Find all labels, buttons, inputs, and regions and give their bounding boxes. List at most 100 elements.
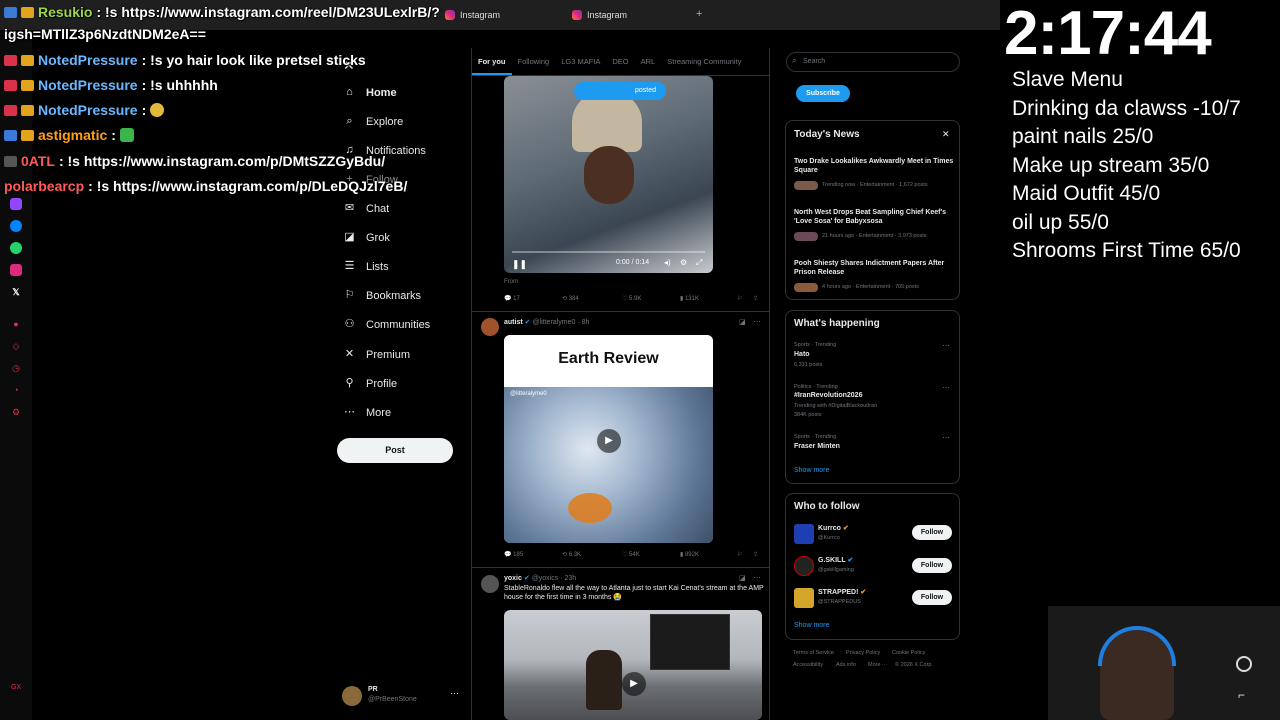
- volume-icon[interactable]: ◂): [664, 258, 671, 267]
- nav-chat[interactable]: ✉ Chat: [343, 202, 389, 215]
- views-stat[interactable]: ▮ 892K: [680, 551, 699, 558]
- browser-tab[interactable]: Instagram: [445, 6, 500, 24]
- avatar[interactable]: [481, 318, 499, 336]
- avatar[interactable]: [481, 575, 499, 593]
- posted-pill[interactable]: posted: [574, 82, 666, 100]
- footer-link[interactable]: Accessibility: [793, 662, 823, 668]
- tab-arl[interactable]: ARL: [635, 48, 662, 75]
- more-icon[interactable]: ⋯: [942, 383, 950, 392]
- video-progress[interactable]: [512, 251, 705, 253]
- post-button[interactable]: Post: [337, 438, 453, 463]
- nav-lists[interactable]: ☰ Lists: [343, 260, 389, 273]
- follow-name[interactable]: Kurrco ✔: [818, 524, 849, 532]
- settings-icon[interactable]: ⚙: [10, 406, 22, 418]
- bookmark-icon[interactable]: ⚐: [737, 551, 742, 558]
- trend-topic[interactable]: #IranRevolution2026: [794, 392, 862, 399]
- avatar[interactable]: [794, 556, 814, 576]
- nav-explore[interactable]: ⌕ Explore: [343, 115, 403, 128]
- more-icon[interactable]: ⋯: [753, 317, 761, 326]
- footer-link[interactable]: Terms of Service: [793, 650, 834, 656]
- news-avatars: [794, 232, 818, 241]
- nav-communities[interactable]: ⚇ Communities: [343, 318, 431, 331]
- more-icon[interactable]: ⋯: [942, 433, 950, 442]
- account-switcher[interactable]: PR @PrBeenStone ⋯: [342, 686, 462, 708]
- follow-button[interactable]: Follow: [912, 558, 952, 573]
- reply-stat[interactable]: 💬 185: [504, 551, 523, 558]
- nav-grok[interactable]: ◪ Grok: [343, 231, 390, 244]
- tab-deo[interactable]: DEO: [606, 48, 634, 75]
- reply-stat[interactable]: 💬 17: [504, 295, 520, 302]
- history-icon[interactable]: ◔: [10, 384, 22, 396]
- rotate-icon[interactable]: [1236, 656, 1252, 672]
- footer-link[interactable]: Ads info: [836, 662, 856, 668]
- follow-name[interactable]: STRAPPED! ✔: [818, 588, 866, 596]
- new-tab-button[interactable]: +: [696, 8, 702, 20]
- clock-icon[interactable]: ◷: [10, 362, 22, 374]
- like-stat[interactable]: ♡ 54K: [622, 551, 640, 558]
- author-handle[interactable]: @yoxics: [532, 575, 559, 582]
- follow-button[interactable]: Follow: [912, 525, 952, 540]
- x-icon[interactable]: 𝕏: [10, 286, 22, 298]
- nav-profile[interactable]: ⚲ Profile: [343, 377, 397, 390]
- tab-following[interactable]: Following: [512, 48, 556, 75]
- like-stat[interactable]: ♡ 5.9K: [622, 295, 641, 302]
- menu-item: paint nails 25/0: [1012, 125, 1154, 148]
- more-icon[interactable]: ⋯: [753, 573, 761, 582]
- share-icon[interactable]: ⇪: [753, 551, 758, 558]
- more-icon[interactable]: ⋯: [942, 341, 950, 350]
- nav-premium[interactable]: ✕ Premium: [343, 348, 410, 361]
- news-headline[interactable]: Pooh Shiesty Shares Indictment Papers Af…: [794, 259, 954, 277]
- trend-topic[interactable]: Fraser Minten: [794, 443, 840, 450]
- grok-icon[interactable]: ◪: [739, 574, 746, 582]
- tweet-video[interactable]: Earth Review @litteralyme0 ▶: [504, 335, 713, 543]
- bookmark-icon[interactable]: ⚐: [737, 295, 742, 302]
- tweet-video[interactable]: posted ❚❚ 0:00 / 0:14 ◂) ⚙ ⤢: [504, 76, 713, 273]
- nav-bookmarks[interactable]: ⚐ Bookmarks: [343, 289, 421, 302]
- repost-stat[interactable]: ⟲ 384: [562, 295, 579, 302]
- twitch-icon[interactable]: [10, 198, 22, 210]
- news-headline[interactable]: North West Drops Beat Sampling Chief Kee…: [794, 208, 954, 226]
- news-headline[interactable]: Two Drake Lookalikes Awkwardly Meet in T…: [794, 157, 954, 175]
- whatsapp-icon[interactable]: [10, 242, 22, 254]
- search-input[interactable]: Search: [786, 52, 960, 72]
- follow-name[interactable]: G.SKILL ✔: [818, 556, 853, 564]
- crop-icon[interactable]: ⌐: [1238, 688, 1245, 702]
- record-icon[interactable]: ●: [10, 318, 22, 330]
- repost-stat[interactable]: ⟲ 6.3K: [562, 551, 581, 558]
- grok-icon[interactable]: ◪: [739, 318, 746, 326]
- tab-for-you[interactable]: For you: [472, 48, 512, 75]
- footer-link[interactable]: More ···: [868, 662, 888, 668]
- play-icon[interactable]: ▶: [622, 672, 646, 696]
- instagram-icon: [445, 10, 455, 20]
- nav-more[interactable]: ⋯ More: [343, 406, 391, 419]
- avatar[interactable]: [794, 524, 814, 544]
- footer-link[interactable]: Cookie Policy: [892, 650, 925, 656]
- tab-lg3-mafia[interactable]: LG3 MAFIA: [555, 48, 606, 75]
- views-stat[interactable]: ▮ 131K: [680, 295, 699, 302]
- subscribe-button[interactable]: Subscribe: [796, 85, 850, 102]
- tweet-video[interactable]: ▶: [504, 610, 762, 720]
- gx-icon[interactable]: GX: [10, 682, 22, 694]
- follow-button[interactable]: Follow: [912, 590, 952, 605]
- trend-topic[interactable]: Hato: [794, 351, 810, 358]
- show-more-link[interactable]: Show more: [794, 467, 829, 474]
- messenger-icon[interactable]: [10, 220, 22, 232]
- footer-link[interactable]: Privacy Policy: [846, 650, 880, 656]
- nav-home[interactable]: ⌂ Home: [343, 86, 396, 99]
- close-icon[interactable]: ✕: [942, 129, 950, 140]
- pin-icon[interactable]: ◇: [10, 340, 22, 352]
- author-name[interactable]: autist: [504, 319, 523, 326]
- avatar[interactable]: [794, 588, 814, 608]
- author-handle[interactable]: @litteralyme0: [532, 319, 575, 326]
- instagram-icon[interactable]: [10, 264, 22, 276]
- play-icon[interactable]: ▶: [597, 429, 621, 453]
- timeline[interactable]: For you Following LG3 MAFIA DEO ARL Stre…: [471, 48, 770, 720]
- show-more-link[interactable]: Show more: [794, 622, 829, 629]
- share-icon[interactable]: ⇪: [753, 295, 758, 302]
- author-name[interactable]: yoxic: [504, 575, 522, 582]
- settings-icon[interactable]: ⚙: [680, 258, 687, 267]
- pause-icon[interactable]: ❚❚: [512, 259, 527, 270]
- browser-tab[interactable]: Instagram: [572, 6, 627, 24]
- fullscreen-icon[interactable]: ⤢: [696, 258, 702, 268]
- tab-streaming-community[interactable]: Streaming Community: [661, 48, 747, 75]
